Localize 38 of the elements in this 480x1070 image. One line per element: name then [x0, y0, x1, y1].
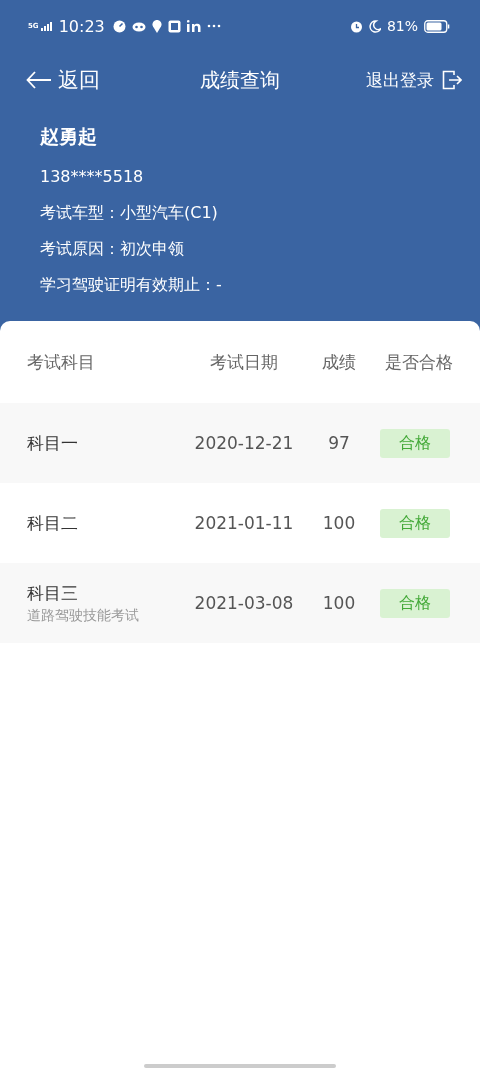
user-name: 赵勇起: [40, 124, 98, 149]
linkedin-icon: [186, 20, 201, 32]
exam-date: 2021-01-11: [193, 513, 295, 533]
subject-name: 科目三: [27, 581, 79, 605]
profile-detail: 考试车型：小型汽车(C1): [40, 202, 219, 224]
subject-note: 道路驾驶技能考试: [27, 606, 140, 625]
column-header: 考试科目: [27, 350, 96, 374]
exam-date: 2020-12-21: [193, 433, 295, 453]
exam-score: 100: [321, 593, 357, 613]
back-arrow-icon: [26, 71, 52, 89]
column-header: 考试日期: [209, 350, 279, 374]
alarm-icon: [349, 19, 363, 33]
location-pin-icon: [151, 19, 162, 33]
status-time: 10:23: [58, 16, 105, 36]
back-button[interactable]: 返回: [26, 66, 100, 94]
logout-button[interactable]: 退出登录: [366, 68, 462, 92]
result-tag: 合格: [380, 588, 450, 618]
exam-score: 100: [321, 513, 357, 533]
battery-percent: 81%: [386, 18, 418, 34]
result-tag: 合格: [380, 508, 450, 538]
page-title: 成绩查询: [200, 66, 280, 94]
logout-icon: [442, 70, 462, 90]
result-tag: 合格: [380, 428, 450, 458]
exam-score: 97: [327, 433, 351, 453]
exam-date: 2021-03-08: [193, 593, 295, 613]
gauge-icon: [112, 19, 126, 33]
battery-icon: [424, 19, 450, 33]
profile-detail: 学习驾驶证明有效期止：-: [40, 274, 223, 296]
column-header: 是否合格: [384, 350, 453, 374]
moon-icon: [368, 19, 381, 33]
subject-name: 科目一: [27, 431, 79, 455]
profile-detail: 考试原因：初次申领: [40, 238, 185, 260]
app-badge-icon: [167, 19, 181, 33]
subject-name: 科目二: [27, 511, 79, 535]
column-header: 成绩: [321, 350, 357, 374]
signal-icon: [40, 21, 53, 31]
more-icon: [206, 24, 221, 28]
phone-number: 138****5518: [40, 166, 145, 188]
